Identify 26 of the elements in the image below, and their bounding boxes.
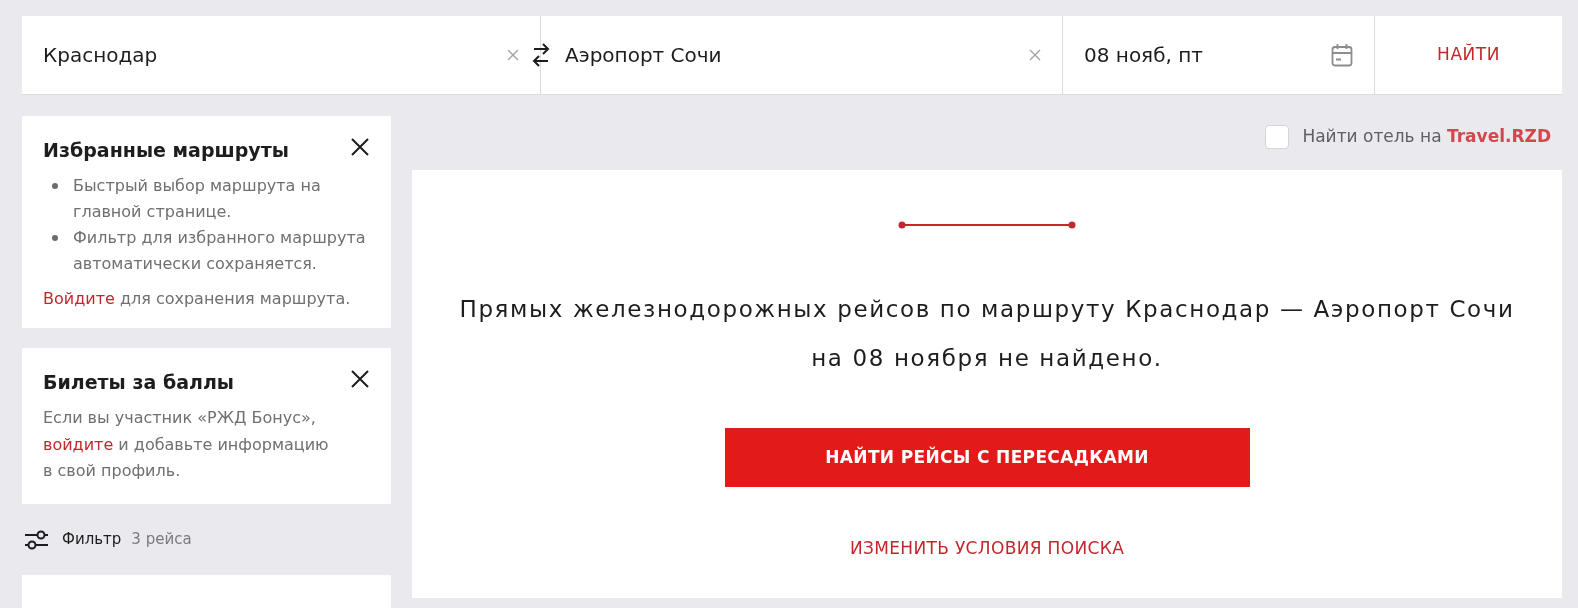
- sliders-icon[interactable]: [24, 528, 49, 551]
- filter-button[interactable]: Фильтр: [62, 528, 122, 551]
- close-icon[interactable]: [351, 138, 369, 156]
- bullet-icon: [52, 235, 58, 241]
- card-title: Билеты за баллы: [43, 370, 234, 395]
- to-field[interactable]: Аэропорт Сочи: [541, 16, 1063, 94]
- login-note: Войдите для сохранения маршрута.: [43, 288, 352, 310]
- login-link[interactable]: войдите: [43, 434, 114, 454]
- results-count: 3 рейса: [131, 529, 192, 551]
- travel-link[interactable]: Travel.RZD: [1447, 126, 1551, 147]
- calendar-icon[interactable]: [1331, 43, 1353, 67]
- list-item-text: Фильтр для избранного маршрута автоматически сохраняется.: [73, 227, 367, 275]
- bullet-icon: [52, 183, 58, 189]
- login-link[interactable]: Войдите: [43, 289, 115, 308]
- checkbox[interactable]: [1265, 125, 1290, 149]
- swap-icon[interactable]: [532, 42, 550, 68]
- list-item-text: Быстрый выбор маршрута на главной странице.: [73, 175, 322, 223]
- change-search-link[interactable]: ИЗМЕНИТЬ УСЛОВИЯ ПОИСКА: [849, 536, 1125, 560]
- card-title: Избранные маршруты: [43, 138, 289, 163]
- bonus-note: Если вы участник «РЖД Бонус», войдите и добавьте информацию в свой профиль.: [43, 407, 330, 482]
- not-found-message: Прямых железнодорожных рейсов по маршруту Краснодар — Аэропорт Сочи на 08 ноября не найдено.: [458, 295, 1516, 373]
- from-field[interactable]: Краснодар: [22, 16, 541, 94]
- close-icon[interactable]: [351, 370, 369, 388]
- find-transfers-button[interactable]: НАЙТИ РЕЙСЫ С ПЕРЕСАДКАМИ: [724, 428, 1250, 487]
- ornament-line-icon: [898, 221, 1076, 229]
- hotel-option-label: Найти отель на Travel.RZD: [1302, 125, 1551, 149]
